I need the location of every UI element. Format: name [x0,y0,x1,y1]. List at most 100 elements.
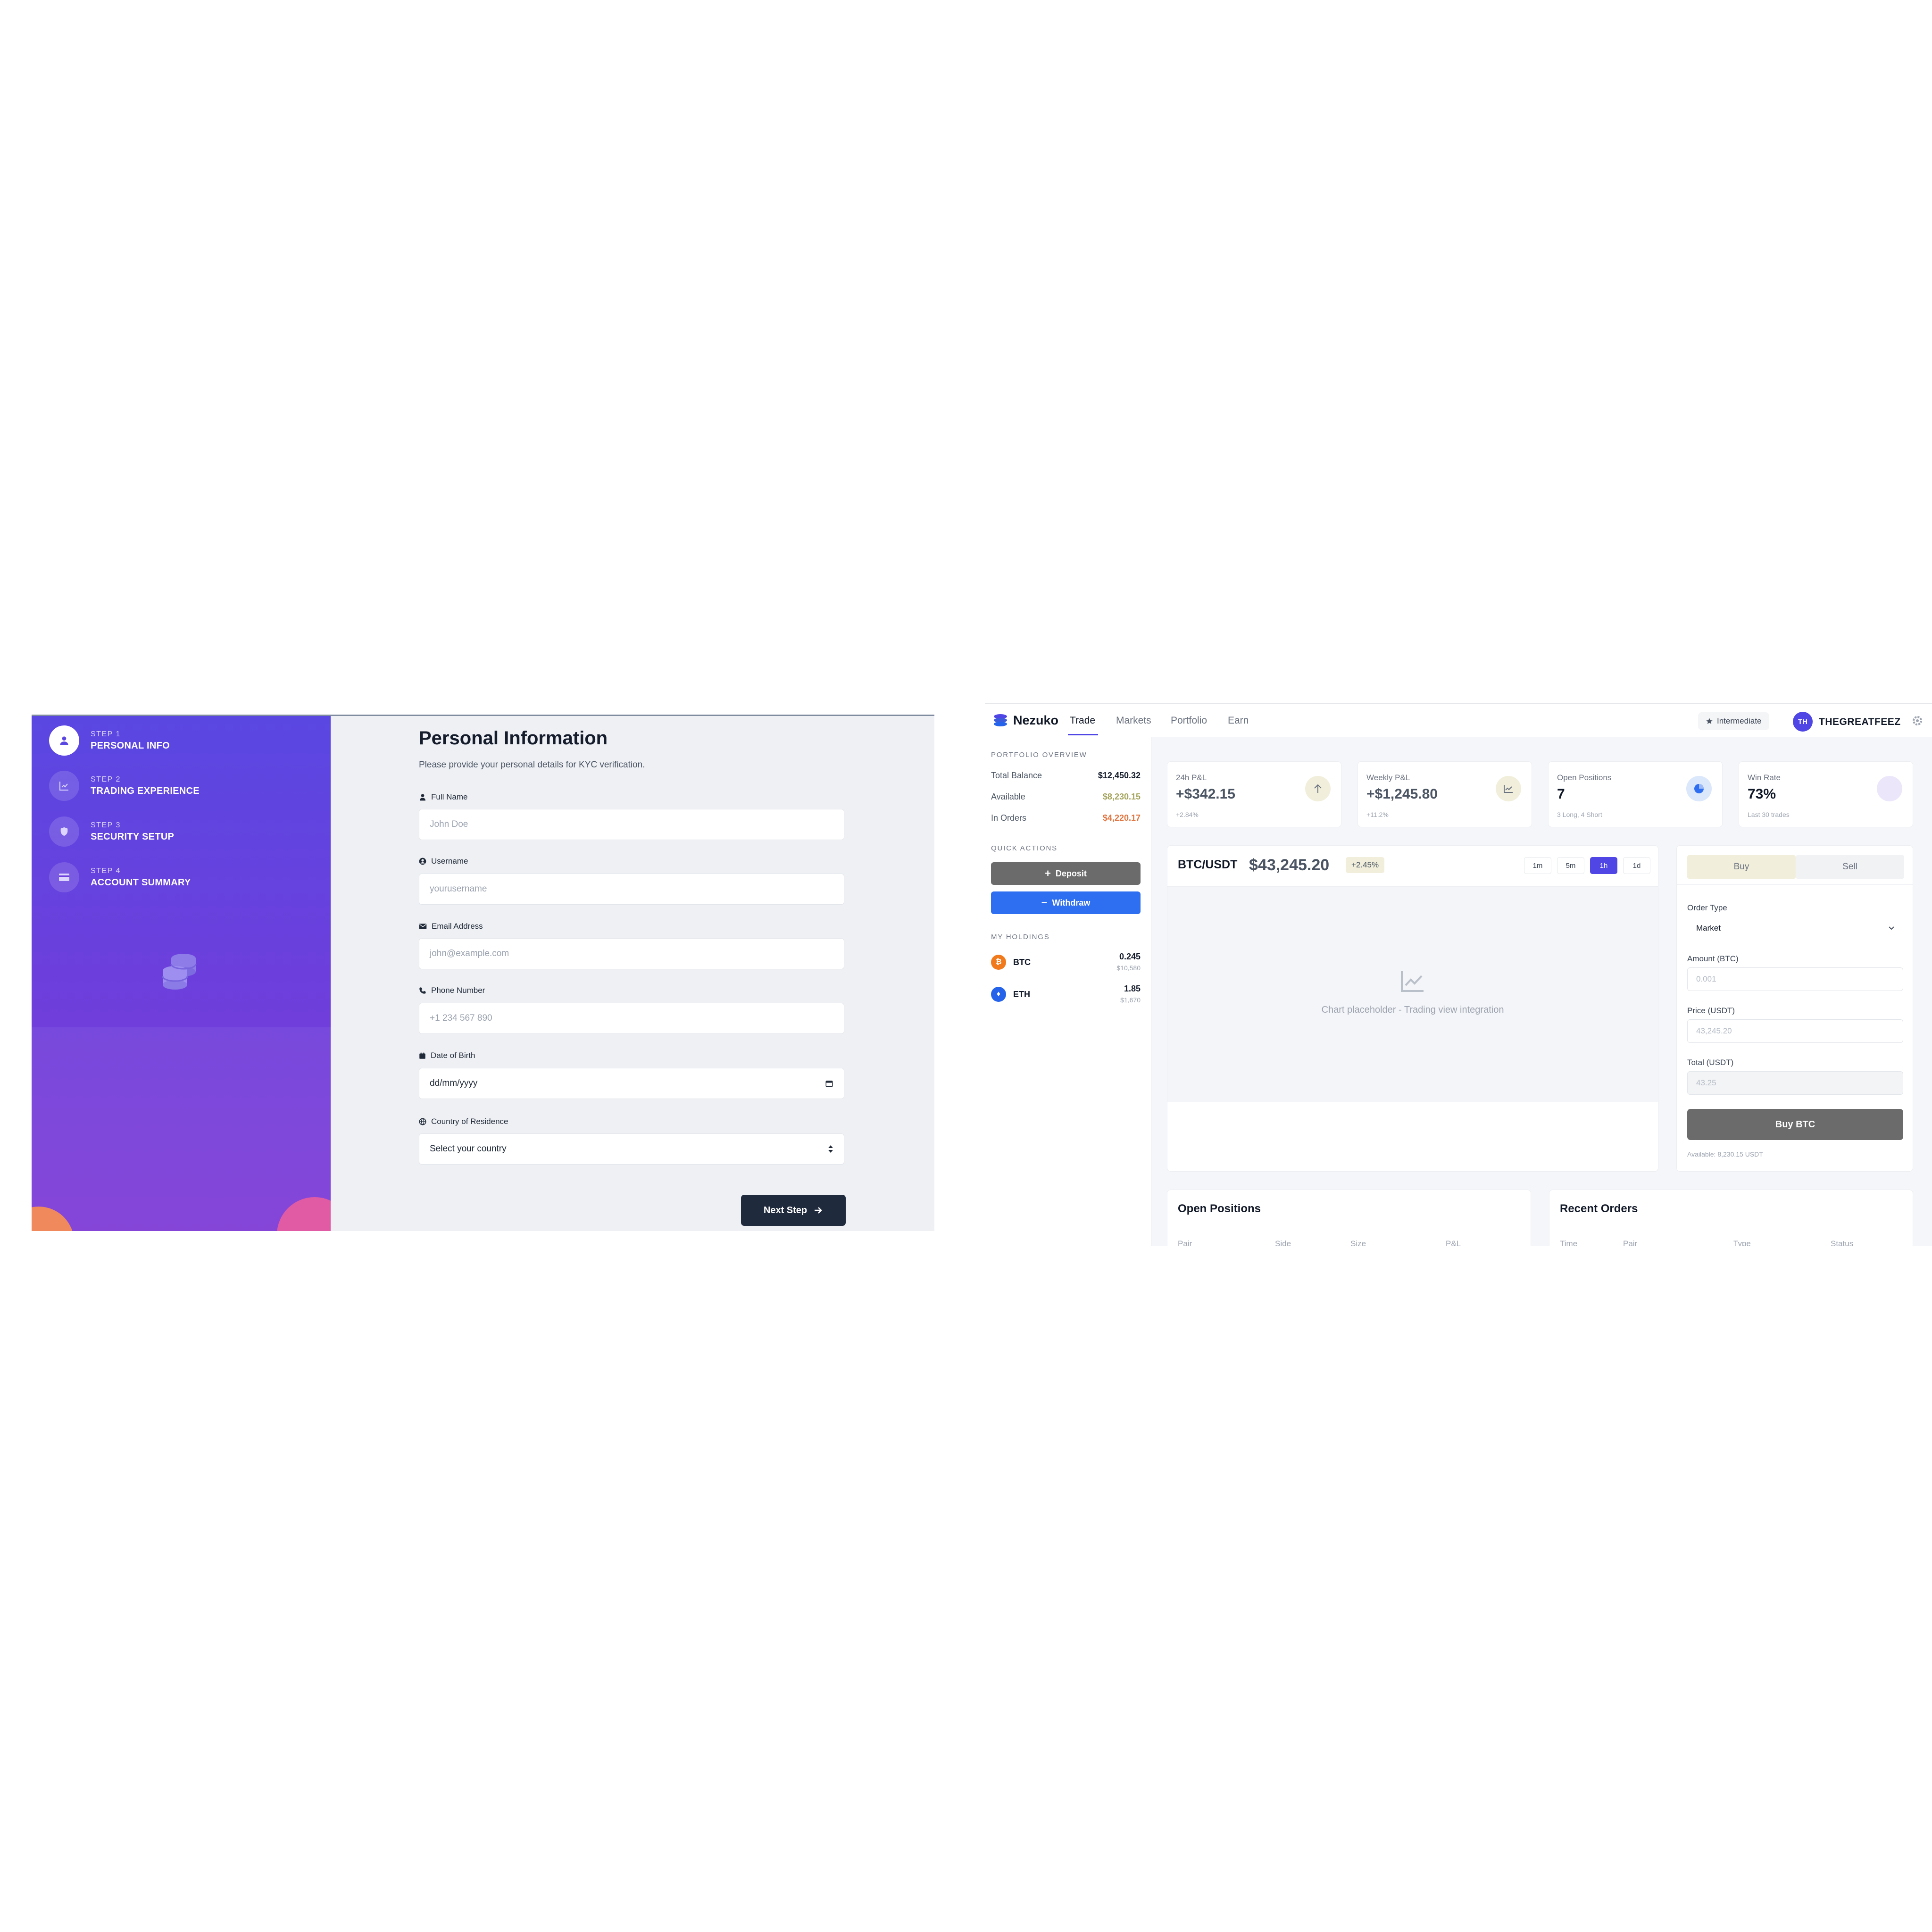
step-personal-info[interactable]: STEP 1 PERSONAL INFO [49,722,170,759]
page-title: Personal Information [419,728,608,749]
brand-name: Nezuko [1013,713,1059,727]
line-chart-icon [49,771,79,801]
order-type-select[interactable]: Market [1687,916,1903,940]
nav-markets[interactable]: Markets [1116,715,1151,726]
holding-eth[interactable]: ♦ ETH 1.85 $1,670 [991,984,1141,1008]
column-header: Pair [1178,1239,1192,1246]
portfolio-overview-heading: PORTFOLIO OVERVIEW [991,751,1087,759]
select-arrows-icon [828,1145,833,1153]
timeframe-5m[interactable]: 5m [1557,857,1584,874]
coins-stack-icon [994,714,1007,726]
price-input[interactable]: 43,245.20 [1687,1019,1903,1043]
chart-area[interactable]: Chart placeholder - Trading view integra… [1167,886,1658,1102]
full-name-input[interactable]: John Doe [419,809,844,840]
plus-icon: + [1045,867,1051,879]
user-circle-icon [419,858,426,865]
stat-card-win-rate: Win Rate 73% Last 30 trades [1739,761,1913,827]
kyc-onboarding-window: STEP 1 PERSONAL INFO STEP 2 TRADING EXPE… [32,715,934,1231]
buy-btc-button[interactable]: Buy BTC [1687,1109,1903,1140]
top-navigation-bar: Nezuko Trade Markets Portfolio Earn Inte… [985,704,1932,737]
phone-icon [419,987,426,994]
trading-pair[interactable]: BTC/USDT [1178,858,1237,872]
sell-tab[interactable]: Sell [1796,855,1904,879]
amount-label: Amount (BTC) [1687,954,1739,963]
brand-logo[interactable]: Nezuko [992,713,1058,728]
quick-actions-heading: QUICK ACTIONS [991,844,1058,852]
phone-label: Phone Number [431,986,485,995]
phone-input[interactable]: +1 234 567 890 [419,1003,844,1034]
timeframe-1h[interactable]: 1h [1590,857,1617,874]
experience-level-badge[interactable]: Intermediate [1698,712,1769,730]
arrow-right-icon [815,1207,822,1214]
total-label: Total (USDT) [1687,1058,1734,1067]
buy-tab[interactable]: Buy [1687,855,1796,879]
country-select[interactable]: Select your country [419,1133,844,1165]
ethereum-icon: ♦ [991,987,1006,1002]
step-number: STEP 3 [91,821,121,829]
column-header: Size [1350,1239,1366,1246]
calendar-icon [419,1052,425,1059]
my-holdings-heading: MY HOLDINGS [991,933,1050,941]
open-positions-card: Open Positions Pair Side Size P&L [1167,1190,1531,1246]
full-name-label: Full Name [431,792,468,801]
order-form-card: Buy Sell Order Type Market Amount (BTC) … [1676,845,1913,1172]
stat-card-open-positions: Open Positions 7 3 Long, 4 Short [1548,761,1723,827]
open-positions-title: Open Positions [1178,1202,1261,1215]
withdraw-button[interactable]: − Withdraw [991,891,1141,914]
nav-earn[interactable]: Earn [1228,715,1249,726]
step-trading-experience[interactable]: STEP 2 TRADING EXPERIENCE [49,767,200,805]
step-label: ACCOUNT SUMMARY [91,877,191,888]
in-orders-row: In Orders $4,220.17 [991,813,1141,823]
star-icon [1706,718,1713,724]
step-label: TRADING EXPERIENCE [91,785,200,796]
step-account-summary[interactable]: STEP 4 ACCOUNT SUMMARY [49,858,191,896]
dob-input[interactable]: dd/mm/yyyy [419,1068,844,1099]
available-balance: Available: 8,230.15 USDT [1687,1150,1763,1158]
price-change-badge: +2.45% [1346,857,1385,873]
step-security-setup[interactable]: STEP 3 SECURITY SETUP [49,813,174,850]
timeframe-1m[interactable]: 1m [1524,857,1551,874]
page-subtitle: Please provide your personal details for… [419,760,645,770]
user-icon [49,725,79,756]
trading-dashboard-window: Nezuko Trade Markets Portfolio Earn Inte… [985,703,1932,1246]
next-step-button[interactable]: Next Step [741,1195,846,1226]
holding-btc[interactable]: ₿ BTC 0.245 $10,580 [991,952,1141,975]
step-number: STEP 4 [91,866,121,875]
recent-orders-card: Recent Orders Time Pair Type Status [1549,1190,1913,1246]
amount-input[interactable]: 0.001 [1687,967,1903,991]
envelope-icon [419,924,427,929]
chevron-down-icon [1889,926,1894,930]
nav-active-indicator [1068,734,1098,735]
step-number: STEP 1 [91,730,121,738]
nav-trade[interactable]: Trade [1070,715,1095,726]
deposit-button[interactable]: + Deposit [991,862,1141,885]
column-header: Side [1275,1239,1291,1246]
avatar[interactable]: TH [1793,712,1813,732]
gear-icon[interactable] [1912,715,1923,726]
line-chart-icon [1401,971,1424,992]
bitcoin-icon: ₿ [991,955,1006,970]
username[interactable]: THEGREATFEEZ [1819,716,1901,728]
email-input[interactable]: john@example.com [419,938,844,969]
trophy-icon [1877,776,1902,801]
coins-icon [159,952,201,994]
dob-label: Date of Birth [431,1051,475,1060]
total-balance-row: Total Balance $12,450.32 [991,771,1141,780]
step-label: PERSONAL INFO [91,740,170,751]
calendar-icon[interactable] [825,1079,833,1088]
column-header: Type [1733,1239,1751,1246]
order-type-label: Order Type [1687,903,1727,912]
username-input[interactable]: yourusername [419,874,844,905]
column-header: Status [1831,1239,1854,1246]
timeframe-1d[interactable]: 1d [1623,857,1650,874]
nav-portfolio[interactable]: Portfolio [1171,715,1207,726]
line-chart-icon [1496,776,1521,801]
country-label: Country of Residence [431,1117,508,1126]
globe-icon [419,1118,426,1125]
current-price: $43,245.20 [1249,856,1330,874]
step-number: STEP 2 [91,775,121,783]
recent-orders-title: Recent Orders [1560,1202,1638,1215]
credit-card-icon [49,862,79,892]
step-label: SECURITY SETUP [91,831,175,842]
portfolio-sidebar: PORTFOLIO OVERVIEW Total Balance $12,450… [985,737,1151,1246]
